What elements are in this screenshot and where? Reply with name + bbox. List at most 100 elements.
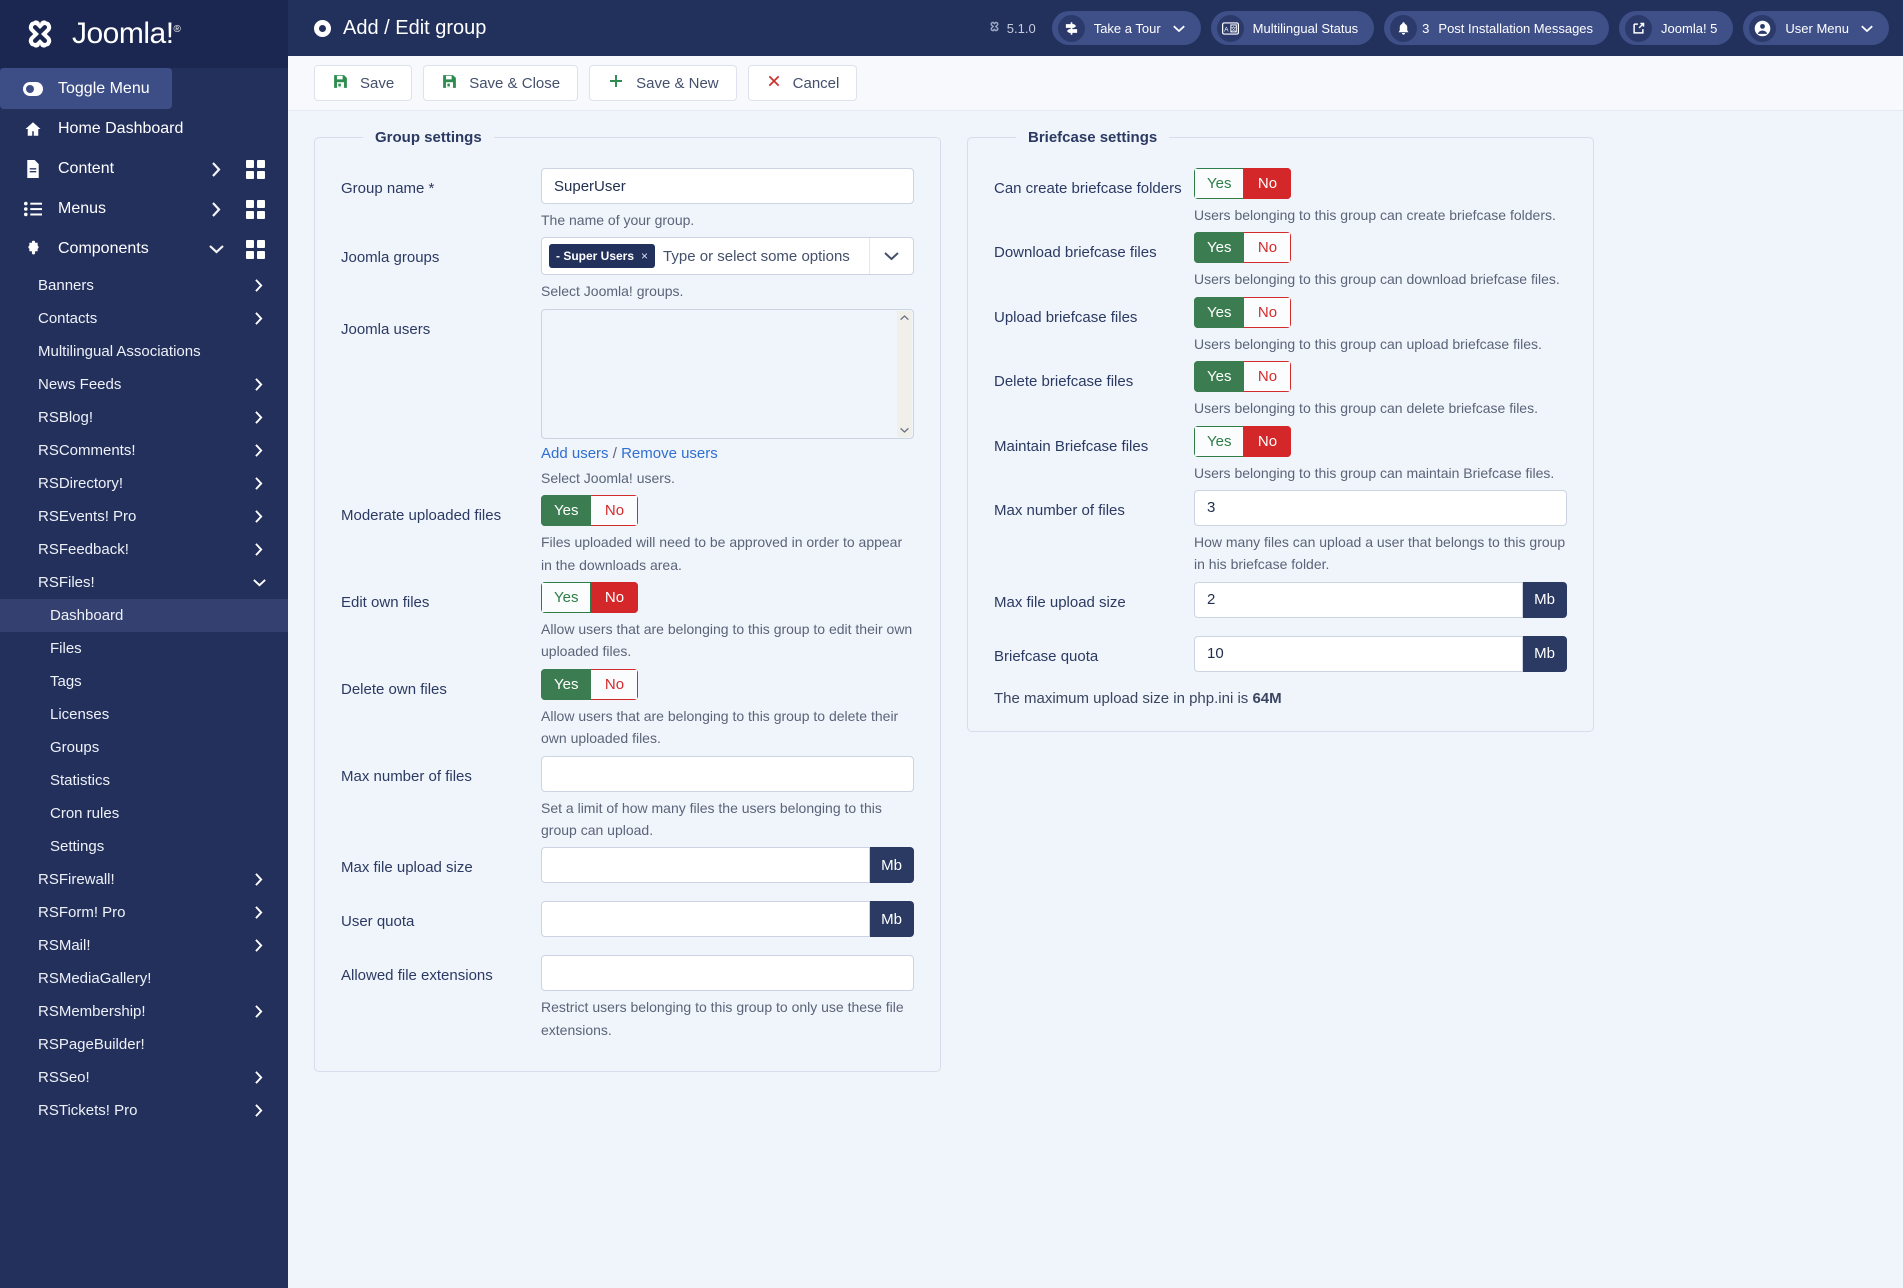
toggle-yes[interactable]: Yes: [541, 668, 592, 700]
sidebar-item-rsfiles-cron-rules[interactable]: Cron rules: [0, 797, 288, 830]
sidebar-item-rsseo[interactable]: RSSeo!: [0, 1061, 288, 1094]
sidebar-item-menus[interactable]: Menus: [0, 189, 288, 229]
sidebar-item-rsmediagallery[interactable]: RSMediaGallery!: [0, 962, 288, 995]
toggle-yes[interactable]: Yes: [541, 495, 592, 527]
sidebar-item-banners[interactable]: Banners: [0, 269, 288, 302]
toggle-yes[interactable]: Yes: [1194, 232, 1245, 264]
sidebar-item-rscomments[interactable]: RSComments!: [0, 434, 288, 467]
sidebar-item-content[interactable]: Content: [0, 149, 288, 189]
delete-own-files-toggle[interactable]: Yes No: [541, 668, 639, 700]
joomla-5-button[interactable]: Joomla! 5: [1619, 11, 1734, 45]
sidebar-item-label: Multilingual Associations: [38, 343, 201, 360]
field-user-quota: User quota Mb: [341, 901, 914, 938]
sidebar-item-components[interactable]: Components: [0, 229, 288, 269]
maintain-briefcase-files-toggle[interactable]: Yes No: [1194, 425, 1292, 457]
sidebar-item-home-dashboard[interactable]: Home Dashboard: [0, 109, 288, 149]
sidebar-item-rstickets-pro[interactable]: RSTickets! Pro: [0, 1094, 288, 1127]
joomla-groups-select[interactable]: - Super Users × Type or select some opti…: [541, 237, 914, 276]
brand-logo-area[interactable]: Joomla!®: [0, 0, 288, 68]
save-close-button[interactable]: Save & Close: [423, 65, 579, 101]
toggle-no[interactable]: No: [1244, 232, 1292, 264]
toggle-yes[interactable]: Yes: [1194, 168, 1245, 199]
field-label: Moderate uploaded files: [341, 507, 502, 525]
sidebar-item-toggle-menu[interactable]: Toggle Menu: [0, 68, 172, 109]
sidebar-item-rsmail[interactable]: RSMail!: [0, 929, 288, 962]
moderate-uploaded-files-toggle[interactable]: Yes No: [541, 495, 639, 527]
sidebar-item-label: Groups: [50, 739, 100, 756]
remove-users-link[interactable]: Remove users: [621, 445, 718, 462]
toggle-no[interactable]: No: [1244, 361, 1292, 393]
take-a-tour-button[interactable]: Take a Tour: [1051, 11, 1201, 45]
sidebar-item-rsevents-pro[interactable]: RSEvents! Pro: [0, 500, 288, 533]
post-installation-messages-button[interactable]: 3 Post Installation Messages: [1384, 11, 1610, 45]
joomla-users-listbox[interactable]: [541, 308, 914, 439]
cancel-button[interactable]: Cancel: [747, 65, 858, 101]
sidebar: Joomla!® Toggle Menu Home Dashboard Cont…: [0, 0, 288, 1288]
save-button[interactable]: Save: [314, 65, 413, 101]
sidebar-item-label: Cron rules: [50, 805, 120, 822]
sidebar-item-rsfiles-files[interactable]: Files: [0, 632, 288, 665]
edit-own-files-toggle[interactable]: Yes No: [541, 581, 639, 613]
briefcase-quota-input[interactable]: [1194, 635, 1523, 672]
briefcase-max-file-upload-size-input[interactable]: [1194, 581, 1523, 618]
sidebar-item-rsfiles-groups[interactable]: Groups: [0, 731, 288, 764]
sidebar-item-label: Banners: [38, 277, 94, 294]
links-separator: /: [608, 444, 622, 462]
add-users-link[interactable]: Add users: [541, 445, 609, 462]
user-quota-input[interactable]: [541, 901, 870, 938]
toggle-no[interactable]: No: [591, 581, 639, 613]
toggle-yes[interactable]: Yes: [541, 581, 592, 613]
toggle-yes[interactable]: Yes: [1194, 425, 1245, 457]
sidebar-item-rsfiles-tags[interactable]: Tags: [0, 665, 288, 698]
sidebar-item-contacts[interactable]: Contacts: [0, 302, 288, 335]
sidebar-item-rsfiles-licenses[interactable]: Licenses: [0, 698, 288, 731]
sidebar-item-label: RSMembership!: [38, 1003, 146, 1020]
toggle-yes[interactable]: Yes: [1194, 361, 1245, 393]
sidebar-item-label: RSBlog!: [38, 409, 94, 426]
toggle-no[interactable]: No: [1244, 296, 1292, 328]
sidebar-item-rsfiles-statistics[interactable]: Statistics: [0, 764, 288, 797]
grid-icon[interactable]: [246, 159, 266, 179]
sidebar-item-rsfeedback[interactable]: RSFeedback!: [0, 533, 288, 566]
toggle-no[interactable]: No: [591, 668, 639, 700]
sidebar-item-rsmembership[interactable]: RSMembership!: [0, 995, 288, 1028]
allowed-file-extensions-input[interactable]: [541, 955, 914, 992]
chevron-down-icon: [1172, 21, 1185, 36]
toggle-no[interactable]: No: [1244, 425, 1292, 457]
group-settings-legend: Group settings: [375, 129, 482, 146]
user-menu-button[interactable]: User Menu: [1743, 11, 1889, 45]
toggle-yes[interactable]: Yes: [1194, 296, 1245, 328]
sidebar-item-news-feeds[interactable]: News Feeds: [0, 368, 288, 401]
sidebar-item-rsdirectory[interactable]: RSDirectory!: [0, 467, 288, 500]
sidebar-item-rsfirewall[interactable]: RSFirewall!: [0, 863, 288, 896]
field-max-number-of-files: Max number of files Set a limit of how m…: [341, 755, 914, 842]
sidebar-item-label: RSForm! Pro: [38, 904, 126, 921]
briefcase-max-number-of-files-input[interactable]: [1194, 489, 1567, 526]
sidebar-item-multilingual-associations[interactable]: Multilingual Associations: [0, 335, 288, 368]
toggle-no[interactable]: No: [1244, 168, 1292, 199]
sidebar-item-rsfiles-settings[interactable]: Settings: [0, 830, 288, 863]
chip-remove-icon[interactable]: ×: [641, 249, 648, 263]
sidebar-item-rsfiles[interactable]: RSFiles!: [0, 566, 288, 599]
toggle-no[interactable]: No: [591, 495, 639, 527]
grid-icon[interactable]: [246, 199, 266, 219]
scrollbar[interactable]: [897, 310, 912, 437]
multilingual-status-button[interactable]: A文 Multilingual Status: [1210, 11, 1375, 45]
sidebar-item-rsfiles-dashboard[interactable]: Dashboard: [0, 599, 288, 632]
download-briefcase-files-toggle[interactable]: Yes No: [1194, 232, 1292, 264]
chevron-down-icon[interactable]: [869, 238, 913, 275]
delete-briefcase-files-toggle[interactable]: Yes No: [1194, 361, 1292, 393]
group-name-input[interactable]: [541, 168, 914, 204]
sidebar-item-rsform-pro[interactable]: RSForm! Pro: [0, 896, 288, 929]
php-max-upload-note: The maximum upload size in php.ini is 64…: [994, 690, 1567, 707]
sidebar-item-rsblog[interactable]: RSBlog!: [0, 401, 288, 434]
field-hint: Restrict users belonging to this group t…: [541, 999, 904, 1038]
max-file-upload-size-input[interactable]: [541, 847, 870, 884]
save-new-button[interactable]: Save & New: [589, 65, 737, 101]
max-number-of-files-input[interactable]: [541, 755, 914, 792]
upload-briefcase-files-toggle[interactable]: Yes No: [1194, 296, 1292, 328]
chip-super-users[interactable]: - Super Users ×: [549, 244, 656, 269]
can-create-briefcase-folders-toggle[interactable]: Yes No: [1194, 168, 1292, 199]
sidebar-item-rspagebuilder[interactable]: RSPageBuilder!: [0, 1028, 288, 1061]
grid-icon[interactable]: [246, 239, 266, 259]
